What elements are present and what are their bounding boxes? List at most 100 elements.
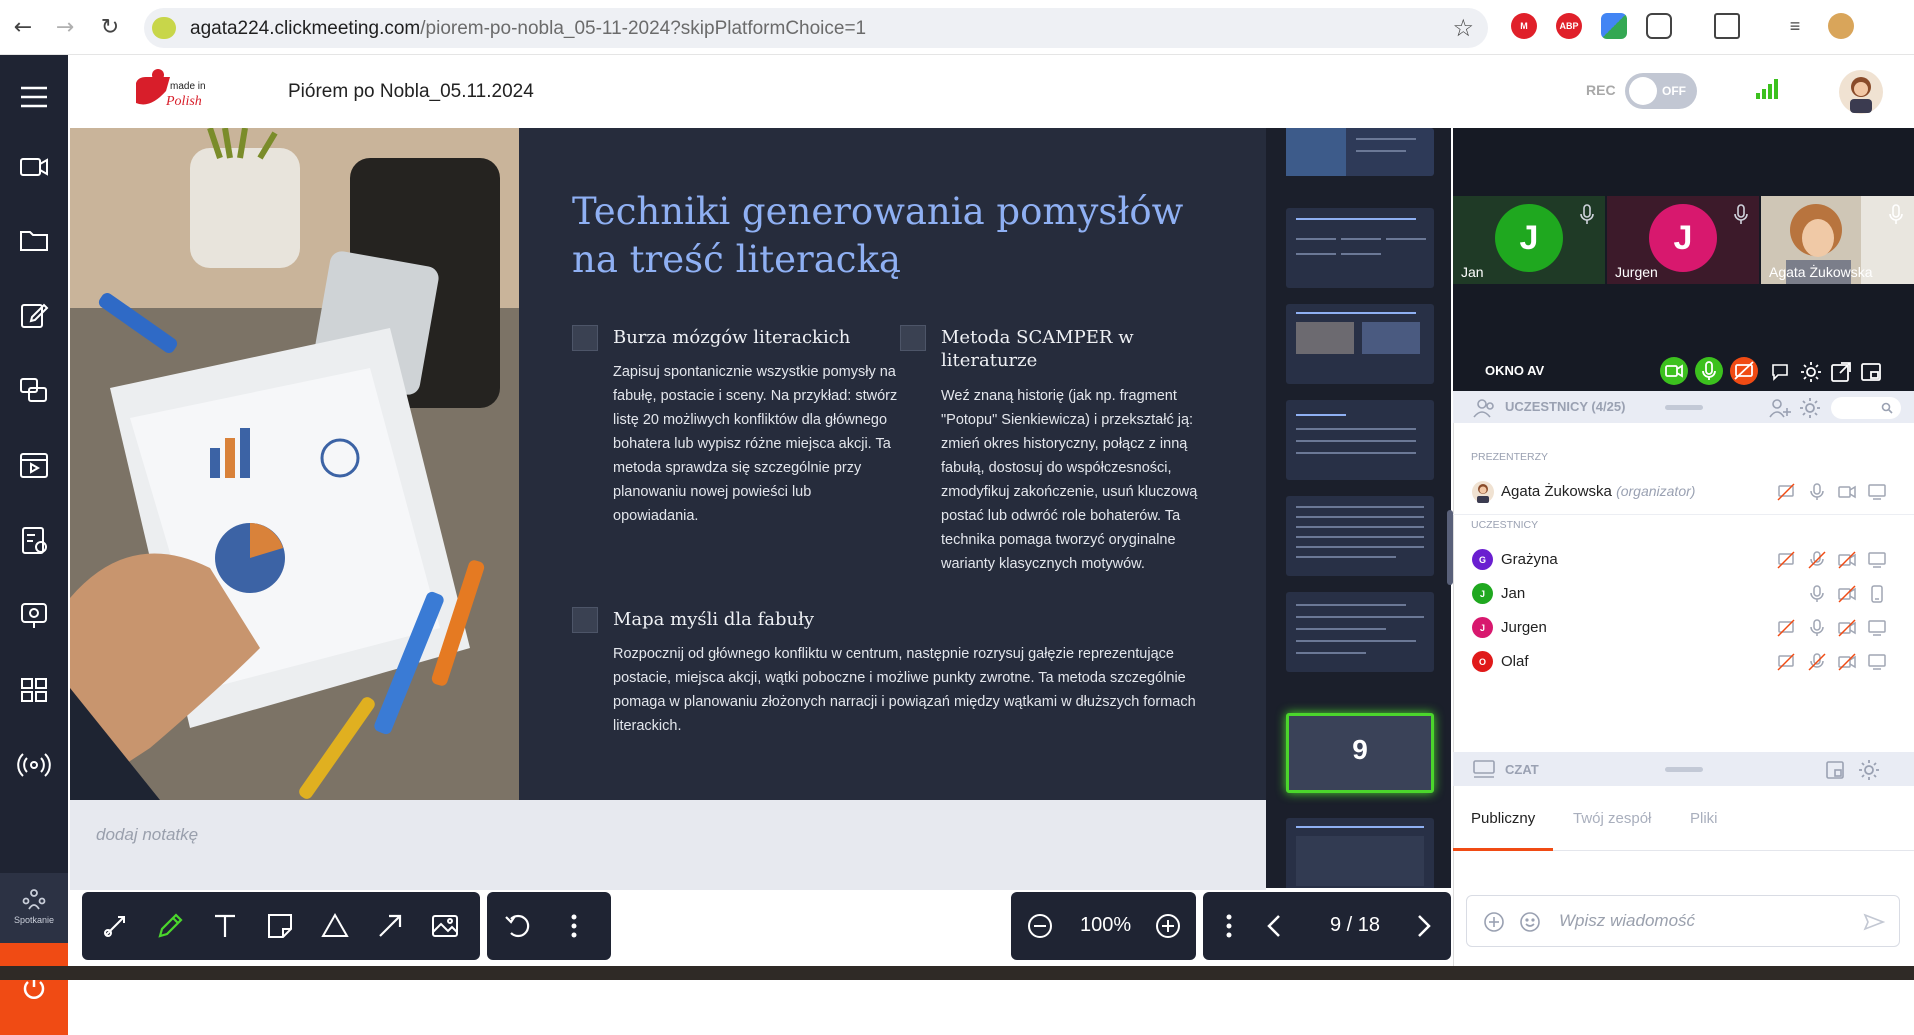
participant-row[interactable]: Agata Żukowska (organizator)	[1453, 474, 1914, 508]
resize-handle[interactable]	[1665, 405, 1703, 410]
whiteboard-icon[interactable]	[17, 598, 51, 632]
layout-switch-icon[interactable]	[1859, 360, 1883, 384]
camera-off-icon[interactable]	[1837, 618, 1857, 638]
folder-icon[interactable]	[17, 223, 51, 257]
previous-slide-icon[interactable]	[1258, 909, 1292, 943]
address-bar[interactable]: agata224.clickmeeting.com/piorem-po-nobl…	[144, 8, 1488, 48]
edit-document-icon[interactable]	[17, 298, 51, 332]
user-avatar[interactable]	[1838, 69, 1884, 115]
video-tile[interactable]: Agata Żukowska	[1761, 196, 1914, 284]
chat-bubble-icon[interactable]	[1769, 361, 1791, 383]
screen-share-off-icon[interactable]	[1776, 550, 1796, 570]
pencil-tool-icon[interactable]	[153, 909, 187, 943]
url-text[interactable]: agata224.clickmeeting.com/piorem-po-nobl…	[190, 18, 866, 40]
screen-share-icon[interactable]	[17, 373, 51, 407]
slide-thumbnail-active[interactable]: 9	[1286, 713, 1434, 793]
connection-signal-icon[interactable]	[1754, 77, 1780, 101]
slide-thumbnail[interactable]	[1286, 208, 1434, 288]
monitor-icon[interactable]	[1867, 550, 1887, 570]
zoom-out-icon[interactable]	[1023, 909, 1057, 943]
slide-thumbnail[interactable]	[1286, 818, 1434, 888]
video-tile[interactable]: J Jan	[1453, 196, 1605, 284]
image-tool-icon[interactable]	[428, 909, 462, 943]
shape-tool-icon[interactable]	[318, 909, 352, 943]
resize-handle[interactable]	[1665, 767, 1703, 772]
undo-icon[interactable]	[501, 909, 535, 943]
chat-settings-icon[interactable]	[1857, 758, 1881, 782]
more-options-icon[interactable]	[1212, 909, 1246, 943]
reading-mode-icon[interactable]	[1714, 13, 1740, 39]
camera-off-icon[interactable]	[1837, 584, 1857, 604]
participant-row[interactable]: J Jan	[1453, 576, 1914, 610]
send-icon[interactable]	[1863, 911, 1885, 933]
settings-gear-icon[interactable]	[1799, 360, 1823, 384]
camera-off-icon[interactable]	[1837, 550, 1857, 570]
next-slide-icon[interactable]	[1406, 909, 1440, 943]
monitor-icon[interactable]	[1867, 618, 1887, 638]
participant-row[interactable]: J Jurgen	[1453, 610, 1914, 644]
arrow-tool-icon[interactable]	[373, 909, 407, 943]
microphone-icon[interactable]	[1807, 482, 1827, 502]
sticky-note-icon[interactable]	[263, 909, 297, 943]
popout-window-icon[interactable]	[1829, 360, 1853, 384]
slide-thumbnail[interactable]	[1286, 496, 1434, 576]
chat-tab-public[interactable]: Publiczny	[1471, 810, 1535, 827]
camera-icon[interactable]	[1837, 482, 1857, 502]
participant-row[interactable]: O Olaf	[1453, 644, 1914, 678]
slide-thumbnail[interactable]	[1286, 592, 1434, 672]
chat-header[interactable]: CZAT	[1453, 752, 1914, 786]
monitor-icon[interactable]	[1867, 482, 1887, 502]
video-camera-icon[interactable]	[17, 150, 51, 184]
leave-meeting-button[interactable]	[0, 943, 68, 1035]
adblock-icon[interactable]: ABP	[1556, 13, 1582, 39]
reload-icon[interactable]: ↻	[95, 12, 125, 42]
video-tile[interactable]: J Jurgen	[1607, 196, 1759, 284]
menu-icon[interactable]	[17, 80, 51, 114]
pointer-tool-icon[interactable]	[98, 909, 132, 943]
popout-chat-icon[interactable]	[1824, 759, 1846, 781]
camera-toggle-button[interactable]	[1660, 357, 1688, 385]
microphone-off-icon[interactable]	[1807, 652, 1827, 672]
add-attachment-icon[interactable]	[1483, 911, 1505, 933]
extension-red-icon[interactable]: M	[1511, 13, 1537, 39]
back-icon[interactable]: ←	[8, 12, 38, 42]
emoji-icon[interactable]	[1519, 911, 1541, 933]
extensions-puzzle-icon[interactable]	[1646, 13, 1672, 39]
profile-avatar-icon[interactable]	[1828, 13, 1854, 39]
chat-tab-team[interactable]: Twój zespół	[1573, 810, 1651, 827]
screen-share-toggle-button[interactable]	[1730, 357, 1758, 385]
chat-message-input[interactable]	[1559, 908, 1859, 934]
screen-share-off-icon[interactable]	[1776, 482, 1796, 502]
bookmark-star-icon[interactable]: ☆	[1452, 14, 1474, 42]
text-tool-icon[interactable]	[208, 909, 242, 943]
microphone-off-icon[interactable]	[1807, 550, 1827, 570]
slide-thumbnail[interactable]	[1286, 304, 1434, 384]
phone-device-icon[interactable]	[1867, 584, 1887, 604]
screen-share-off-icon[interactable]	[1776, 652, 1796, 672]
apps-grid-icon[interactable]	[17, 673, 51, 707]
notes-area[interactable]: dodaj notatkę	[70, 800, 1266, 890]
monitor-icon[interactable]	[1867, 652, 1887, 672]
microphone-icon[interactable]	[1807, 584, 1827, 604]
chat-tab-files[interactable]: Pliki	[1690, 810, 1718, 827]
participants-search-input[interactable]	[1831, 397, 1901, 419]
participants-header[interactable]: UCZESTNICY (4/25)	[1453, 391, 1914, 423]
participants-settings-icon[interactable]	[1798, 396, 1822, 420]
microphone-toggle-button[interactable]	[1695, 357, 1723, 385]
recording-toggle[interactable]: OFF	[1625, 73, 1697, 109]
slide-thumbnail[interactable]	[1286, 128, 1434, 176]
zoom-level[interactable]: 100%	[1080, 914, 1131, 937]
participant-row[interactable]: G Grażyna	[1453, 542, 1914, 576]
meeting-mode-button[interactable]: Spotkanie	[0, 873, 68, 943]
extension-google-icon[interactable]	[1601, 13, 1627, 39]
video-playlist-icon[interactable]	[17, 448, 51, 482]
media-control-icon[interactable]: ≡	[1782, 13, 1808, 39]
screen-share-off-icon[interactable]	[1776, 618, 1796, 638]
poll-icon[interactable]	[17, 523, 51, 557]
zoom-in-icon[interactable]	[1151, 909, 1185, 943]
microphone-icon[interactable]	[1807, 618, 1827, 638]
site-info-icon[interactable]	[152, 17, 176, 39]
broadcast-icon[interactable]	[17, 748, 51, 782]
slide-thumbnail[interactable]	[1286, 400, 1434, 480]
forward-icon[interactable]: →	[50, 12, 80, 42]
